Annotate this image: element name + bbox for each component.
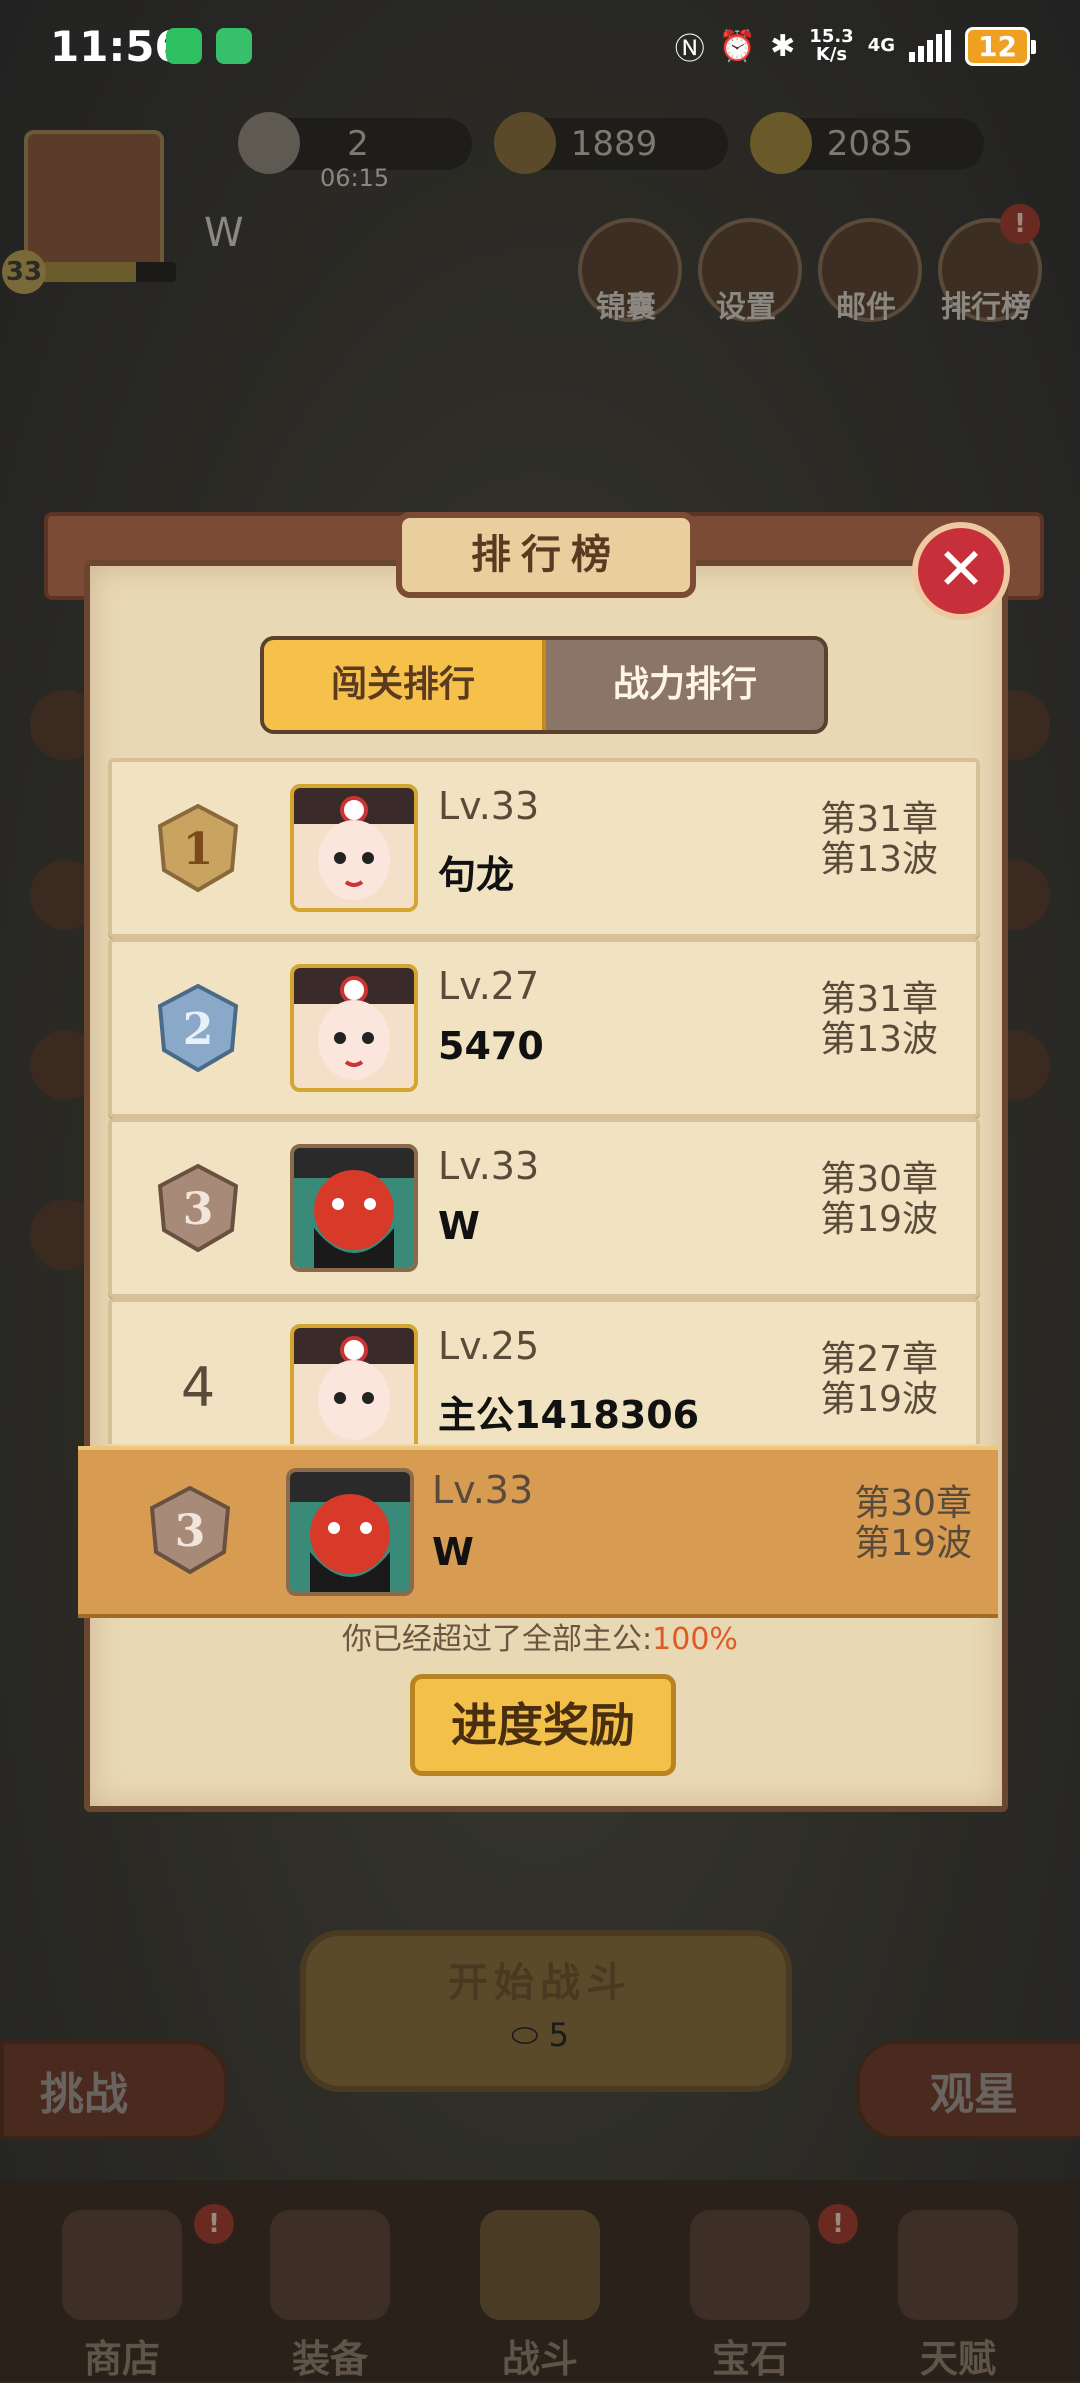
progress: 第31章 第13波 bbox=[820, 979, 938, 1060]
player-level: Lv.33 bbox=[432, 1468, 534, 1512]
player-level: Lv.25 bbox=[438, 1324, 540, 1368]
surpass-text: 你已经超过了全部主公:100% bbox=[342, 1622, 738, 1657]
progress: 第27章 第19波 bbox=[820, 1339, 938, 1420]
avatar bbox=[290, 1324, 418, 1444]
nav-battle[interactable]: 战斗 bbox=[440, 2190, 640, 2381]
shop-icon bbox=[62, 2210, 182, 2320]
player-level: Lv.33 bbox=[438, 784, 540, 828]
svg-text:3: 3 bbox=[183, 1184, 214, 1235]
alert-badge-icon: ! bbox=[194, 2204, 234, 2244]
avatar bbox=[286, 1468, 414, 1596]
alert-badge-icon: ! bbox=[818, 2204, 858, 2244]
player-name: W bbox=[438, 1204, 480, 1248]
player-name: 主公1418306 bbox=[438, 1393, 700, 1437]
svg-text:3: 3 bbox=[175, 1506, 206, 1557]
progress: 第30章 第19波 bbox=[820, 1159, 938, 1240]
bronze-medal-icon: 3 bbox=[149, 1486, 231, 1574]
start-battle-label: 开始战斗 bbox=[448, 1960, 632, 2006]
rank-row[interactable]: 2 Lv.27 5470 第31章 第13波 bbox=[108, 938, 980, 1118]
gold-medal-icon: 1 bbox=[157, 804, 239, 892]
book-icon bbox=[898, 2210, 1018, 2320]
progress: 第31章 第13波 bbox=[820, 799, 938, 880]
nav-shop[interactable]: 商店 bbox=[22, 2190, 222, 2381]
battle-cost: ⬭ 5 bbox=[511, 2016, 569, 2054]
svg-text:1: 1 bbox=[183, 824, 214, 875]
player-name: 句龙 bbox=[438, 853, 515, 897]
bronze-medal-icon: 3 bbox=[157, 1164, 239, 1252]
crossed-blades-icon bbox=[480, 2210, 600, 2320]
nav-talent[interactable]: 天赋 bbox=[858, 2190, 1058, 2381]
svg-text:2: 2 bbox=[183, 1004, 214, 1055]
progress-reward-button[interactable]: 进度奖励 bbox=[410, 1674, 676, 1776]
rank-row[interactable]: 4 Lv.25 主公1418306 第27章 第19波 bbox=[108, 1298, 980, 1444]
swords-icon bbox=[270, 2210, 390, 2320]
stargaze-label: 观星 bbox=[930, 2069, 1018, 2120]
rank-row[interactable]: 3 Lv.33 W 第30章 第19波 bbox=[108, 1118, 980, 1298]
player-name: W bbox=[432, 1530, 474, 1574]
avatar bbox=[290, 1144, 418, 1272]
treasure-chest-icon bbox=[690, 2210, 810, 2320]
progress: 第30章 第19波 bbox=[854, 1483, 972, 1564]
player-level: Lv.27 bbox=[438, 964, 540, 1008]
my-rank-row: 3 Lv.33 W 第30章 第19波 bbox=[78, 1446, 998, 1618]
player-name: 5470 bbox=[438, 1024, 544, 1068]
player-level: Lv.33 bbox=[438, 1144, 540, 1188]
silver-medal-icon: 2 bbox=[157, 984, 239, 1072]
avatar bbox=[290, 784, 418, 912]
challenge-label: 挑战 bbox=[40, 2069, 128, 2120]
ranking-list[interactable]: 1 Lv.33 句龙 第31章 第13波 2 Lv.27 5470 第31章 第… bbox=[0, 0, 1080, 1444]
rank-row[interactable]: 1 Lv.33 句龙 第31章 第13波 bbox=[108, 758, 980, 938]
nav-equipment[interactable]: 装备 bbox=[230, 2190, 430, 2381]
avatar bbox=[290, 964, 418, 1092]
rank-number: 4 bbox=[180, 1356, 216, 1419]
